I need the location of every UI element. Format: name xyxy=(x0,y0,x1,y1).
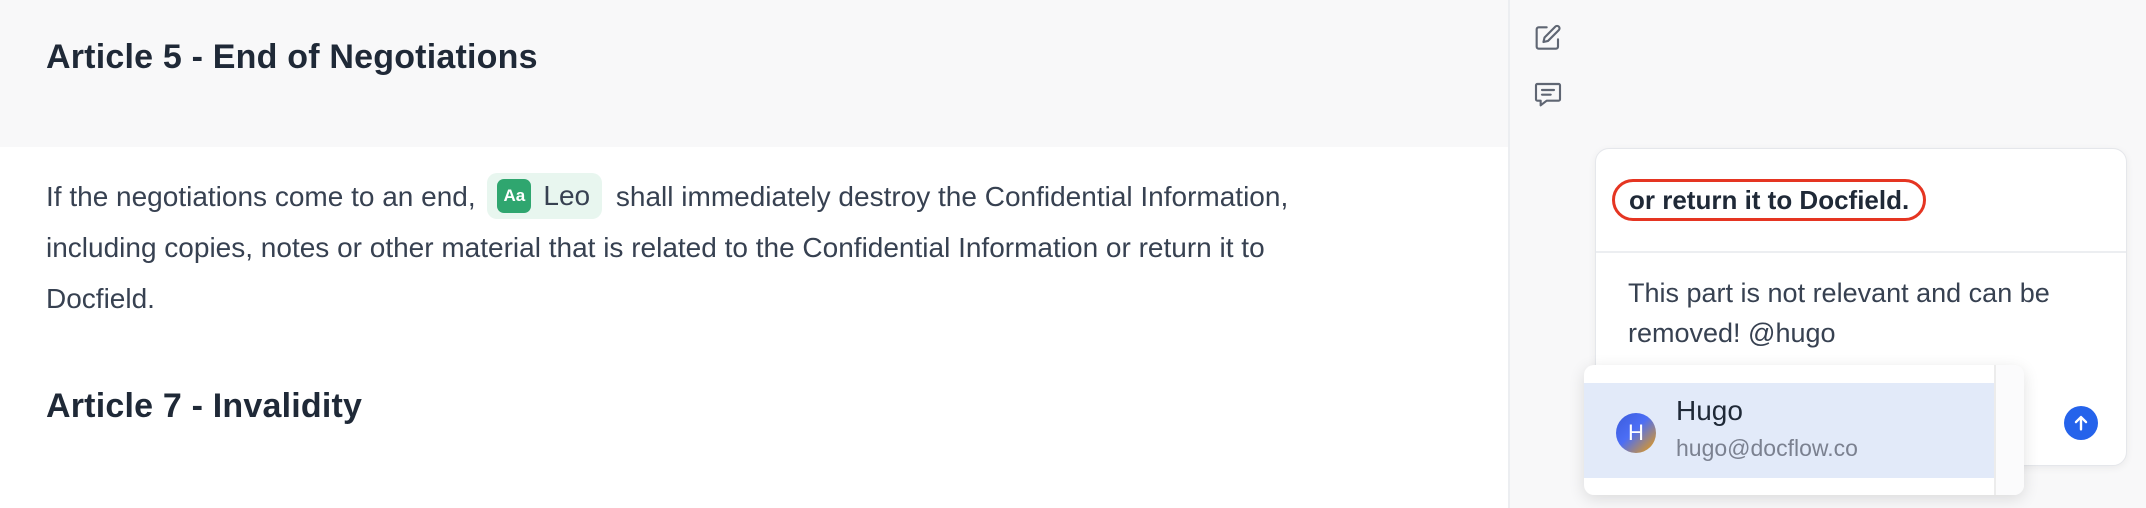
variable-chip-leo[interactable]: Aa Leo xyxy=(487,172,603,219)
text-variable-icon: Aa xyxy=(497,178,532,213)
variable-chip-label: Leo xyxy=(543,180,591,212)
article-7-heading: Article 7 - Invalidity xyxy=(46,387,363,425)
comment-input[interactable]: This part is not relevant and can be rem… xyxy=(1628,273,2098,353)
quoted-selection-area: or return it to Docfield. xyxy=(1596,149,2126,253)
arrow-up-icon xyxy=(2074,415,2088,431)
article-5-heading: Article 5 - End of Negotiations xyxy=(46,38,538,76)
paragraph-text-before: If the negotiations come to an end, xyxy=(46,181,476,212)
mention-name: Hugo xyxy=(1676,395,1743,426)
avatar: H xyxy=(1616,413,1656,453)
mention-option-hugo[interactable]: H Hugo hugo@docflow.co xyxy=(1584,383,1994,478)
dropdown-scrollbar[interactable] xyxy=(1994,365,2024,495)
mention-email: hugo@docflow.co xyxy=(1676,435,1858,461)
document-pane: Article 5 - End of Negotiations If the n… xyxy=(0,0,1508,508)
send-comment-button[interactable] xyxy=(2064,406,2098,440)
mention-suggestion-dropdown: H Hugo hugo@docflow.co xyxy=(1584,365,2024,495)
article-5-paragraph: If the negotiations come to an end, Aa L… xyxy=(46,171,1376,324)
quoted-text: or return it to Docfield. xyxy=(1612,179,1927,221)
comment-icon[interactable] xyxy=(1530,76,1566,112)
edit-icon[interactable] xyxy=(1530,20,1566,56)
